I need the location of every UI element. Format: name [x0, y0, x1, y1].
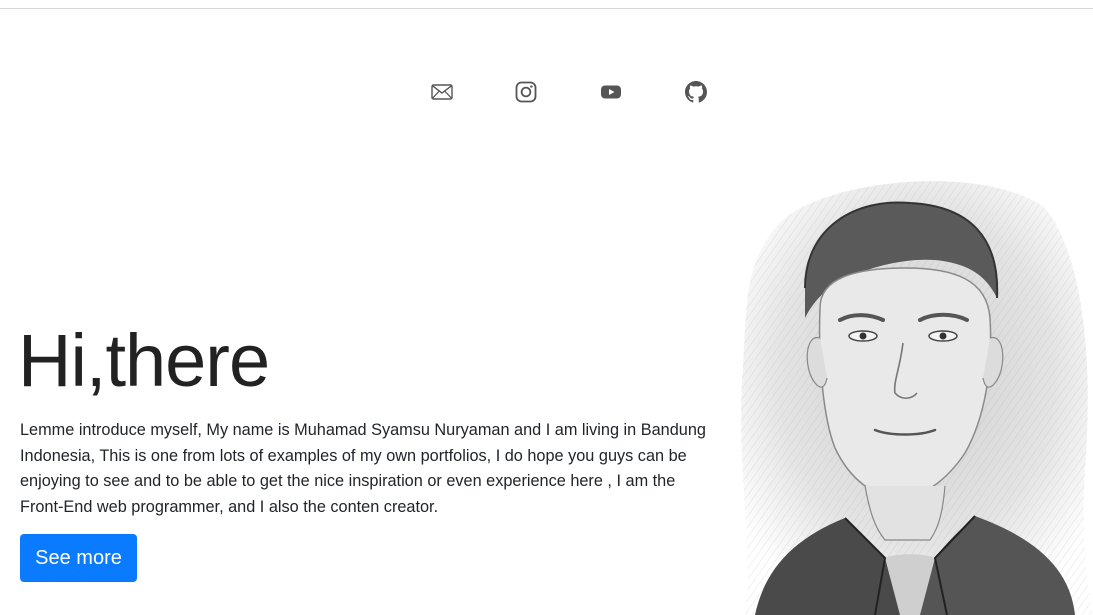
mail-icon: [431, 84, 453, 100]
social-links: [0, 78, 1093, 106]
intro-paragraph: Lemme introduce myself, My name is Muham…: [20, 421, 706, 516]
instagram-icon: [515, 81, 537, 103]
portrait-sketch: [741, 181, 1093, 615]
top-divider: [0, 0, 1093, 9]
hero-title: Hi,there: [18, 319, 270, 402]
github-icon: [685, 81, 707, 103]
youtube-icon: [601, 85, 621, 99]
instagram-link[interactable]: [512, 78, 540, 106]
github-link[interactable]: [682, 78, 710, 106]
youtube-link[interactable]: [597, 78, 625, 106]
see-more-button[interactable]: See more: [20, 534, 137, 582]
email-link[interactable]: [428, 78, 456, 106]
